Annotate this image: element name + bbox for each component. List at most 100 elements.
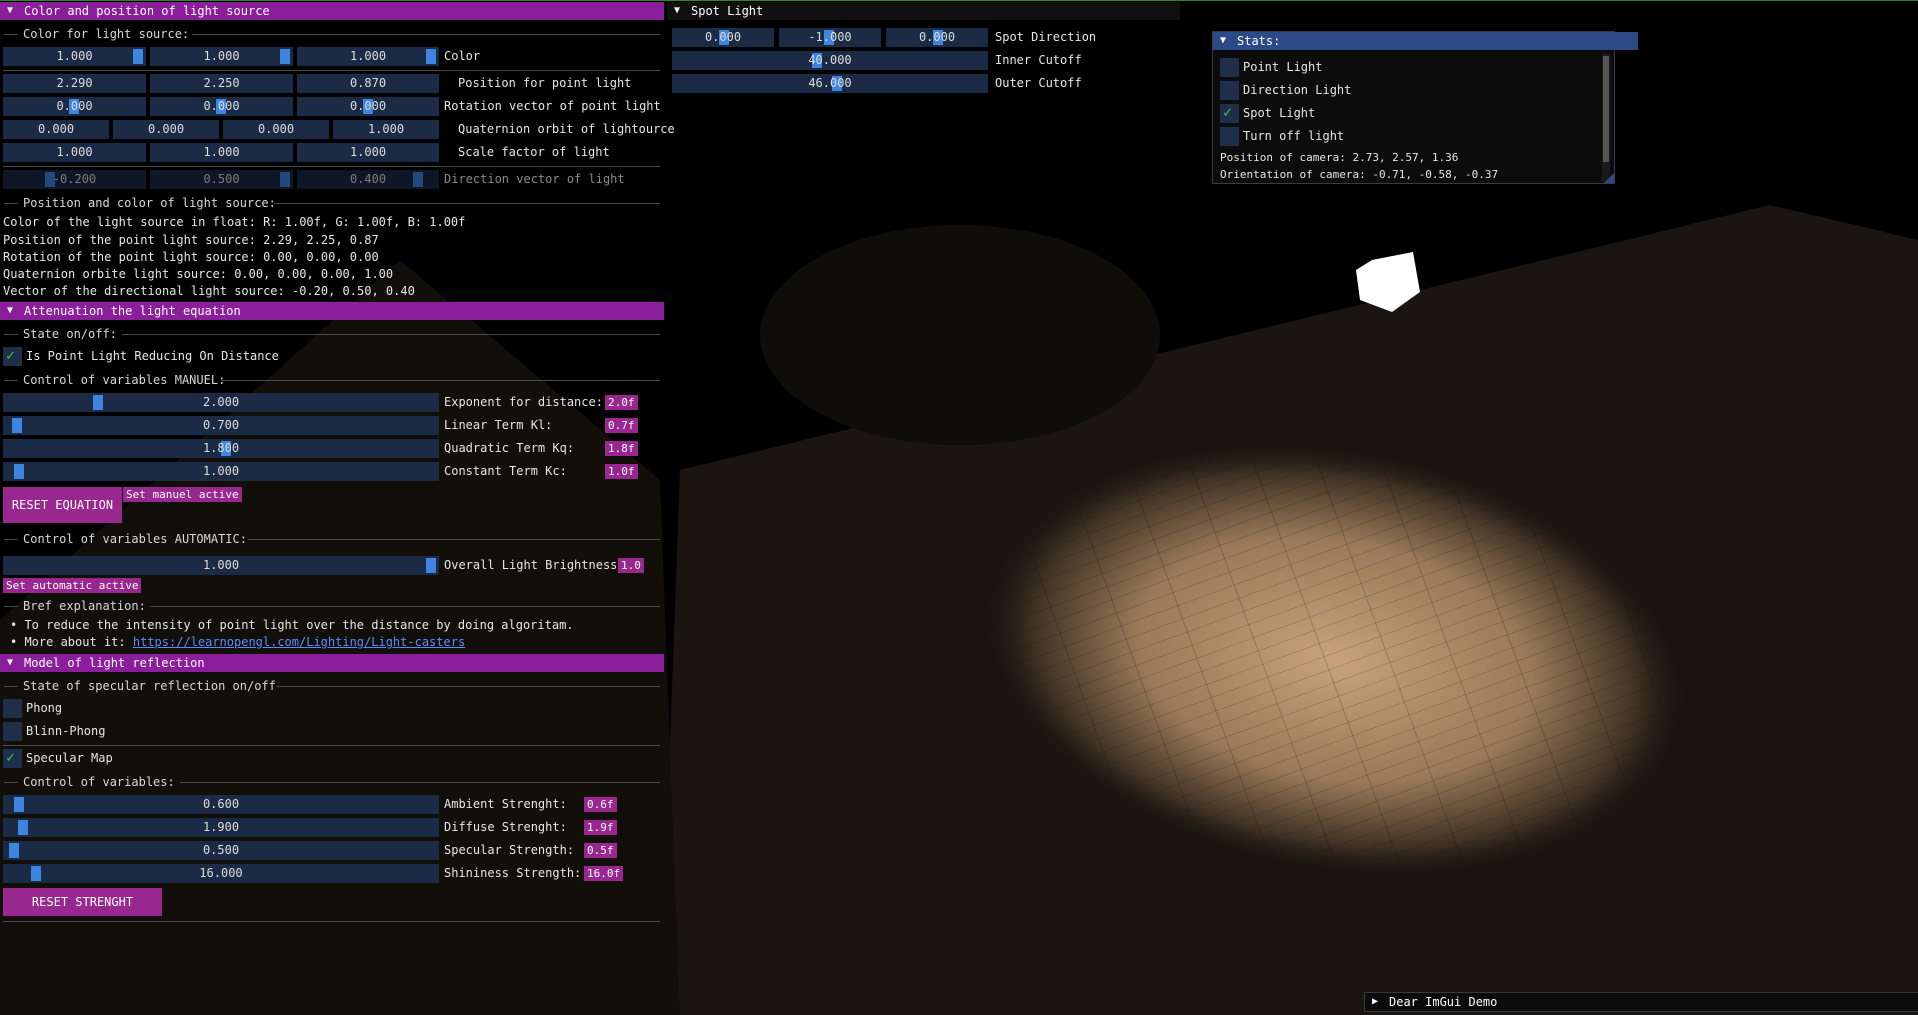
- rotation-x-slider[interactable]: 0.000: [3, 97, 146, 116]
- checkmark-icon: ✓: [6, 748, 16, 766]
- brightness-label: Overall Light Brightness:: [444, 558, 625, 572]
- stats-scrollbar[interactable]: [1602, 54, 1610, 182]
- direction-light-checkbox[interactable]: [1220, 81, 1239, 100]
- color-r-slider[interactable]: 1.000: [3, 47, 146, 66]
- color-position-header[interactable]: ▼ Color and position of light source: [0, 2, 664, 20]
- manual-active-badge: Set manuel active: [123, 487, 242, 502]
- reduce-on-distance-checkbox[interactable]: ✓: [3, 346, 22, 366]
- rotation-z-slider[interactable]: 0.000: [297, 97, 439, 116]
- specular-map-checkbox[interactable]: ✓: [3, 748, 22, 768]
- specular-strength-slider[interactable]: 0.500: [3, 841, 439, 860]
- turn-off-light-checkbox[interactable]: [1220, 127, 1239, 146]
- header-title: Model of light reflection: [24, 656, 205, 670]
- constant-term-label: Constant Term Kc:: [444, 464, 567, 478]
- scale-label: Scale factor of light: [458, 145, 610, 159]
- scale-z-drag[interactable]: 1.000: [297, 143, 439, 162]
- spot-direction-z-slider[interactable]: 0.000: [886, 28, 988, 47]
- explain-bullet-2: • More about it: https://learnopengl.com…: [10, 635, 466, 649]
- reduce-on-distance-label: Is Point Light Reducing On Distance: [26, 349, 279, 363]
- quadratic-term-slider[interactable]: 1.800: [3, 439, 439, 458]
- position-x-drag[interactable]: 2.290: [3, 74, 146, 93]
- phong-checkbox[interactable]: [3, 699, 22, 718]
- info-color: Color of the light source in float: R: 1…: [3, 215, 466, 229]
- quaternion-x-drag[interactable]: 0.000: [3, 120, 109, 139]
- quaternion-y-drag[interactable]: 0.000: [113, 120, 219, 139]
- constant-term-badge: 1.0f: [605, 464, 638, 479]
- reset-equation-button[interactable]: RESET EQUATION: [3, 487, 122, 523]
- scale-y-drag[interactable]: 1.000: [150, 143, 293, 162]
- collapse-arrow-icon: ▼: [1220, 35, 1227, 46]
- ambient-strength-label: Ambient Strenght:: [444, 797, 567, 811]
- brightness-badge: 1.0: [618, 558, 644, 573]
- info-position: Position of the point light source: 2.29…: [3, 233, 379, 247]
- checkmark-icon: ✓: [1223, 103, 1233, 121]
- specular-strength-badge: 0.5f: [584, 843, 617, 858]
- spot-light-header[interactable]: ▼ Spot Light: [667, 2, 1180, 20]
- spot-direction-y-slider[interactable]: -1.000: [779, 28, 881, 47]
- state-section-separator: State on/off:: [4, 327, 660, 341]
- brightness-slider[interactable]: 1.000: [3, 556, 439, 575]
- position-label: Position for point light: [458, 76, 632, 90]
- quaternion-z-drag[interactable]: 0.000: [223, 120, 329, 139]
- ambient-strength-slider[interactable]: 0.600: [3, 795, 439, 814]
- color-label: Color: [444, 49, 481, 63]
- auto-active-badge: Set automatic active: [3, 578, 142, 593]
- blinn-phong-checkbox[interactable]: [3, 722, 22, 741]
- specular-state-separator: State of specular reflection on/off: [4, 679, 660, 693]
- linear-term-slider[interactable]: 0.700: [3, 416, 439, 435]
- outer-cutoff-label: Outer Cutoff: [995, 76, 1082, 90]
- header-title: Attenuation the light equation: [24, 304, 241, 318]
- exponent-slider[interactable]: 2.000: [3, 393, 439, 412]
- learnopengl-link[interactable]: https://learnopengl.com/Lighting/Light-c…: [133, 635, 465, 649]
- stats-header[interactable]: ▼ Stats:: [1213, 32, 1638, 50]
- linear-term-badge: 0.7f: [605, 418, 638, 433]
- header-title: Stats:: [1237, 34, 1281, 48]
- direction-x-slider[interactable]: -0.200: [3, 170, 146, 189]
- spot-direction-label: Spot Direction: [995, 30, 1097, 44]
- collapse-arrow-icon: ▼: [7, 657, 14, 668]
- collapse-arrow-icon: ▼: [7, 305, 14, 316]
- ambient-strength-badge: 0.6f: [584, 797, 617, 812]
- diffuse-strength-slider[interactable]: 1.900: [3, 818, 439, 837]
- info-section-separator: Position and color of light source:: [4, 196, 660, 210]
- collapse-arrow-icon: ▼: [7, 5, 14, 16]
- outer-cutoff-slider[interactable]: 46.000: [672, 74, 988, 93]
- color-b-slider[interactable]: 1.000: [297, 47, 439, 66]
- spot-direction-x-slider[interactable]: 0.000: [672, 28, 774, 47]
- exponent-badge: 2.0f: [605, 395, 638, 410]
- light-settings-panel: ▼ Color and position of light source Col…: [0, 0, 1918, 1015]
- shininess-strength-slider[interactable]: 16.000: [3, 864, 439, 883]
- expand-arrow-icon: ▶: [1372, 996, 1379, 1007]
- turn-off-light-label: Turn off light: [1243, 129, 1345, 143]
- attenuation-header[interactable]: ▼ Attenuation the light equation: [0, 302, 664, 320]
- quaternion-label: Quaternion orbit of lightource: [458, 122, 675, 136]
- constant-term-slider[interactable]: 1.000: [3, 462, 439, 481]
- color-g-slider[interactable]: 1.000: [150, 47, 293, 66]
- direction-y-slider[interactable]: 0.500: [150, 170, 293, 189]
- spot-light-label: Spot Light: [1243, 106, 1316, 120]
- explain-bullet-1: • To reduce the intensity of point light…: [10, 618, 574, 632]
- direction-label: Direction vector of light: [444, 172, 625, 186]
- info-rotation: Rotation of the point light source: 0.00…: [3, 250, 379, 264]
- scale-x-drag[interactable]: 1.000: [3, 143, 146, 162]
- position-y-drag[interactable]: 2.250: [150, 74, 293, 93]
- checkmark-icon: ✓: [6, 346, 16, 364]
- header-title: Color and position of light source: [24, 4, 270, 18]
- point-light-checkbox[interactable]: [1220, 58, 1239, 77]
- exponent-label: Exponent for distance:: [444, 395, 603, 409]
- diffuse-strength-badge: 1.9f: [584, 820, 617, 835]
- reflection-header[interactable]: ▼ Model of light reflection: [0, 654, 664, 672]
- rotation-y-slider[interactable]: 0.000: [150, 97, 293, 116]
- reset-strength-button[interactable]: RESET STRENGHT: [3, 888, 162, 916]
- position-z-drag[interactable]: 0.870: [297, 74, 439, 93]
- stats-panel: ▼ Stats: Point Light Direction Light ✓ S…: [1212, 31, 1638, 184]
- spot-light-checkbox[interactable]: ✓: [1220, 103, 1239, 123]
- collapse-arrow-icon: ▼: [674, 5, 681, 16]
- quaternion-w-drag[interactable]: 1.000: [333, 120, 439, 139]
- direction-z-slider[interactable]: 0.400: [297, 170, 439, 189]
- inner-cutoff-slider[interactable]: 40.000: [672, 51, 988, 70]
- resize-grip-icon[interactable]: [1604, 173, 1614, 183]
- color-section-separator: Color for light source:: [4, 27, 660, 41]
- info-direction: Vector of the directional light source: …: [3, 284, 415, 298]
- imgui-demo-window[interactable]: ▶ Dear ImGui Demo: [1364, 992, 1918, 1012]
